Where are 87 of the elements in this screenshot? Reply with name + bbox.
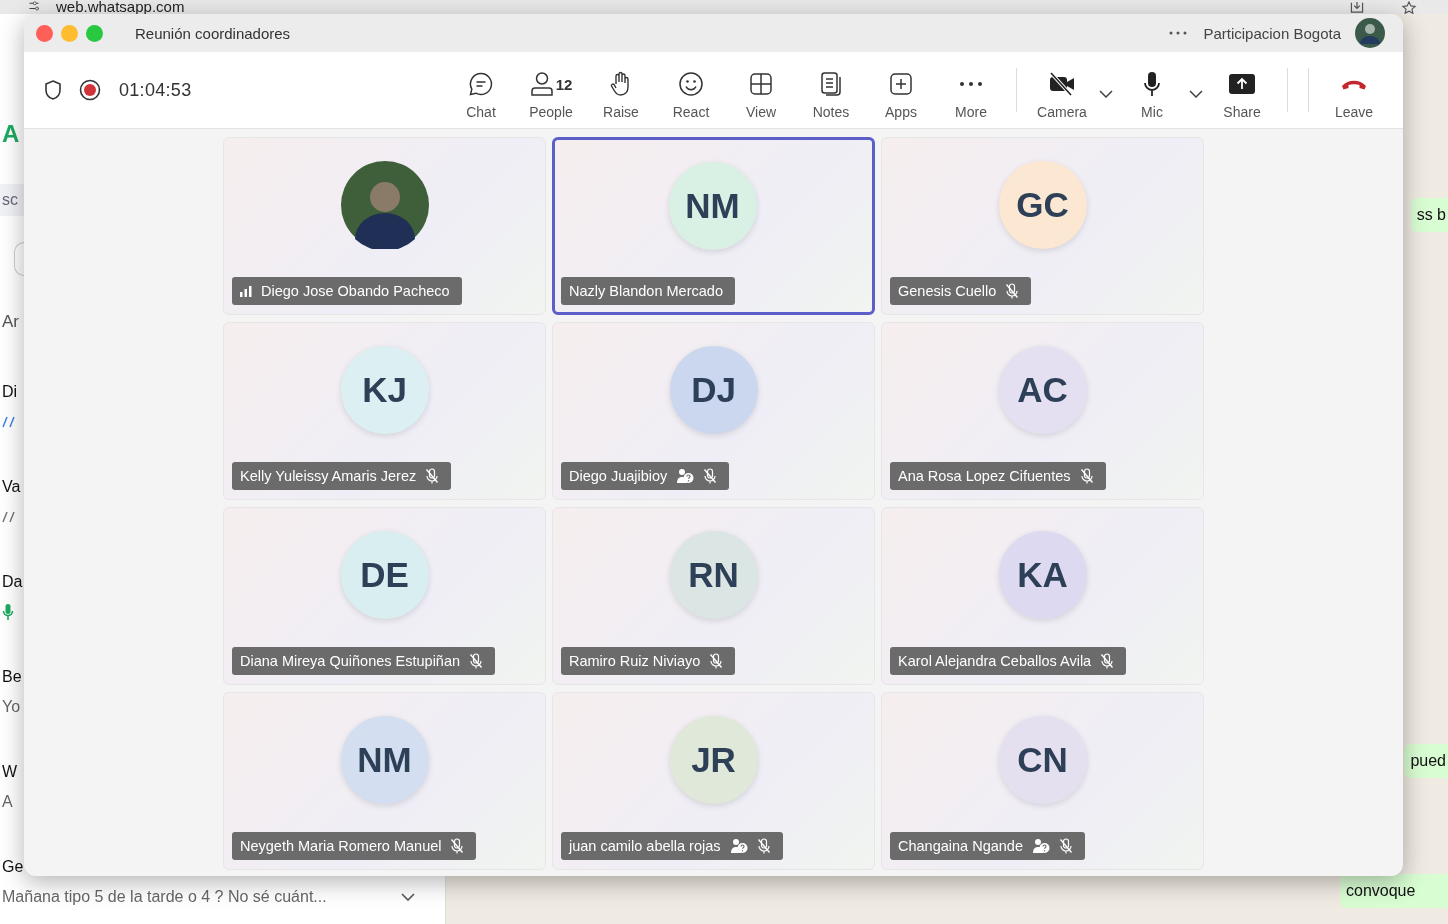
smiley-icon	[678, 71, 704, 97]
grid-icon	[749, 72, 773, 96]
participant-name: Karol Alejandra Ceballos Avila	[898, 653, 1092, 669]
double-check-icon	[2, 511, 15, 523]
avatar-initials: DE	[340, 530, 429, 619]
chat-button[interactable]: Chat	[446, 60, 516, 120]
avatar-initials: NM	[668, 161, 757, 250]
more-button[interactable]: More	[936, 60, 1006, 120]
account-name[interactable]: Participacion Bogota	[1203, 24, 1341, 42]
app-logo-text: A	[2, 120, 20, 148]
participant-name: Diego Juajibioy	[569, 468, 668, 484]
shield-icon[interactable]	[43, 79, 63, 101]
search-field[interactable]: sc	[0, 184, 24, 216]
raise-button[interactable]: Raise	[586, 60, 656, 120]
more-icon[interactable]	[1169, 31, 1188, 35]
plus-box-icon	[889, 72, 913, 96]
participant-name: Changaina Ngande	[898, 838, 1023, 854]
participant-tile[interactable]: KA Karol Alejandra Ceballos Avila	[881, 507, 1204, 685]
people-count: 12	[555, 75, 573, 93]
share-button[interactable]: Share	[1207, 60, 1277, 120]
chevron-down-icon[interactable]	[1189, 90, 1203, 98]
chat-title[interactable]: Ge	[2, 858, 24, 875]
avatar-icon[interactable]	[1355, 18, 1385, 48]
message-bubble: pued	[1404, 744, 1448, 778]
avatar-initials: KJ	[340, 345, 429, 434]
people-button[interactable]: 12 People	[516, 60, 586, 120]
chevron-down-icon[interactable]	[1099, 90, 1113, 98]
chat-preview: A	[2, 793, 13, 811]
participant-name: Nazly Blandon Mercado	[569, 283, 723, 299]
mic-button[interactable]: Mic	[1117, 60, 1187, 120]
participant-name: Ana Rosa Lopez Cifuentes	[898, 468, 1071, 484]
participant-name: Ramiro Ruiz Niviayo	[569, 653, 701, 669]
participant-tile[interactable]: AC Ana Rosa Lopez Cifuentes	[881, 322, 1204, 500]
apps-button[interactable]: Apps	[866, 60, 936, 120]
message-bubble: convoque	[1340, 874, 1448, 908]
avatar-initials: CN	[998, 715, 1087, 804]
star-icon[interactable]	[1400, 0, 1418, 14]
camera-button[interactable]: Camera	[1027, 60, 1097, 120]
download-icon[interactable]	[1348, 0, 1366, 14]
chat-preview: Mañana tipo 5 de la tarde o 4 ? No sé cuánt...	[2, 888, 327, 906]
avatar-initials: GC	[998, 160, 1087, 249]
participant-tile[interactable]: CN Changaina Ngande	[881, 692, 1204, 870]
react-button[interactable]: React	[656, 60, 726, 120]
close-button[interactable]	[36, 24, 53, 42]
chat-icon	[468, 71, 494, 97]
chat-title[interactable]: W	[2, 763, 18, 780]
chat-title[interactable]: Be	[2, 668, 22, 685]
participant-name: Genesis Cuello	[898, 283, 997, 299]
participant-tile[interactable]: DE Diana Mireya Quiñones Estupiñan	[223, 507, 546, 685]
participant-tile[interactable]: DJ Diego Juajibioy	[552, 322, 875, 500]
participant-tile[interactable]: JR juan camilo abella rojas	[552, 692, 875, 870]
participant-name: Diana Mireya Quiñones Estupiñan	[240, 653, 461, 669]
microphone-icon	[2, 603, 14, 621]
notes-icon	[819, 71, 843, 97]
participant-name: Neygeth Maria Romero Manuel	[240, 838, 442, 854]
chat-title[interactable]: Di	[2, 383, 18, 400]
avatar-initials: DJ	[669, 345, 758, 434]
chat-preview: Yo	[2, 698, 21, 716]
view-button[interactable]: View	[726, 60, 796, 120]
participant-name: Diego Jose Obando Pacheco	[261, 283, 450, 299]
window-title: Reunión coordinadores	[135, 24, 291, 42]
leave-button[interactable]: Leave	[1319, 60, 1389, 120]
chevron-down-icon[interactable]	[401, 893, 415, 901]
participant-tile[interactable]: RN Ramiro Ruiz Niviayo	[552, 507, 875, 685]
participant-tile[interactable]: NM Nazly Blandon Mercado	[552, 137, 875, 315]
participant-tile[interactable]: KJ Kelly Yuleissy Amaris Jerez	[223, 322, 546, 500]
participant-name: juan camilo abella rojas	[569, 838, 721, 854]
avatar-initials: NM	[340, 715, 429, 804]
avatar-initials: JR	[669, 715, 758, 804]
participant-tile[interactable]: Diego Jose Obando Pacheco	[223, 137, 546, 315]
notes-button[interactable]: Notes	[796, 60, 866, 120]
person-icon	[529, 71, 554, 97]
participant-name: Kelly Yuleissy Amaris Jerez	[240, 468, 417, 484]
participant-tile[interactable]: NM Neygeth Maria Romero Manuel	[223, 692, 546, 870]
meeting-timer: 01:04:53	[119, 79, 192, 101]
avatar-initials: KA	[998, 530, 1087, 619]
participant-tile[interactable]: GC Genesis Cuello	[881, 137, 1204, 315]
avatar-initials: RN	[669, 530, 758, 619]
share-icon	[1228, 73, 1256, 95]
chat-title[interactable]: Va	[2, 478, 21, 495]
archived-label[interactable]: Ar	[2, 310, 19, 334]
chat-title[interactable]: Da	[2, 573, 23, 590]
double-check-icon	[2, 416, 15, 428]
avatar-initials: AC	[998, 345, 1087, 434]
more-icon	[960, 82, 982, 86]
recording-icon[interactable]	[79, 79, 101, 101]
message-bubble: ss b	[1410, 198, 1448, 232]
